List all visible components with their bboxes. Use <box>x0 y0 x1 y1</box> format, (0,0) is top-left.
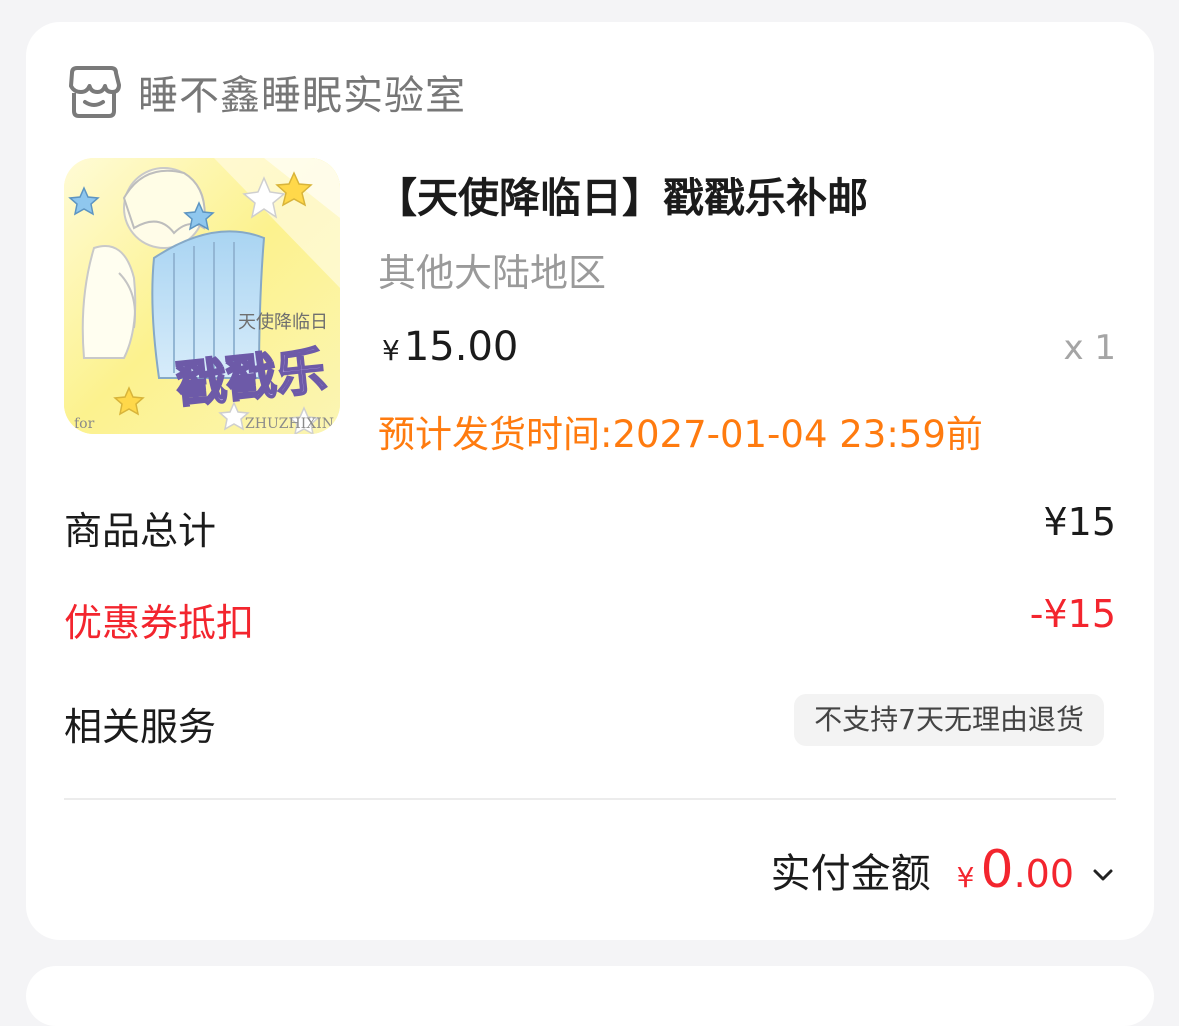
coupon-value: -¥15 <box>1029 592 1116 636</box>
artwork-subtitle: 天使降临日 <box>238 312 328 333</box>
payment-int: 0 <box>980 840 1014 900</box>
product-quantity: x 1 <box>1063 328 1116 368</box>
artwork-footer-right: ZHUZHIXIN <box>245 416 334 432</box>
payment-currency: ¥ <box>956 861 975 894</box>
service-tag[interactable]: 不支持7天无理由退货 <box>794 694 1104 746</box>
payment-dec: .00 <box>1013 852 1074 896</box>
ship-time: 预计发货时间:2027-01-04 23:59前 <box>378 413 983 456</box>
order-card: 睡不鑫睡眠实验室 天使降临日 戳戳乐 for ZHUZHIXIN 【天使降临日】… <box>26 22 1154 940</box>
price-currency: ¥ <box>382 334 400 367</box>
goods-total-label: 商品总计 <box>64 509 217 553</box>
goods-total-value: ¥15 <box>1043 500 1116 544</box>
next-card <box>26 966 1154 1026</box>
artwork-footer-left: for <box>74 416 95 432</box>
shop-header[interactable]: 睡不鑫睡眠实验室 <box>66 64 466 120</box>
product-thumbnail[interactable]: 天使降临日 戳戳乐 for ZHUZHIXIN <box>64 158 340 434</box>
payment-label: 实付金额 <box>770 851 931 897</box>
store-icon <box>69 66 121 118</box>
product-variant: 其他大陆地区 <box>378 251 607 295</box>
price-value: 15.00 <box>403 324 519 370</box>
divider <box>64 798 1116 800</box>
shop-name: 睡不鑫睡眠实验室 <box>138 73 466 119</box>
product-artwork: 天使降临日 戳戳乐 for ZHUZHIXIN <box>64 158 340 434</box>
product-price: ¥15.00 <box>382 324 518 370</box>
service-label: 相关服务 <box>64 705 217 749</box>
chevron-down-icon[interactable] <box>1092 868 1114 882</box>
product-title[interactable]: 【天使降临日】戳戳乐补邮 <box>376 164 868 224</box>
payment-total[interactable]: 实付金额 ¥ 0 .00 <box>771 840 1114 910</box>
coupon-label: 优惠券抵扣 <box>64 601 255 645</box>
